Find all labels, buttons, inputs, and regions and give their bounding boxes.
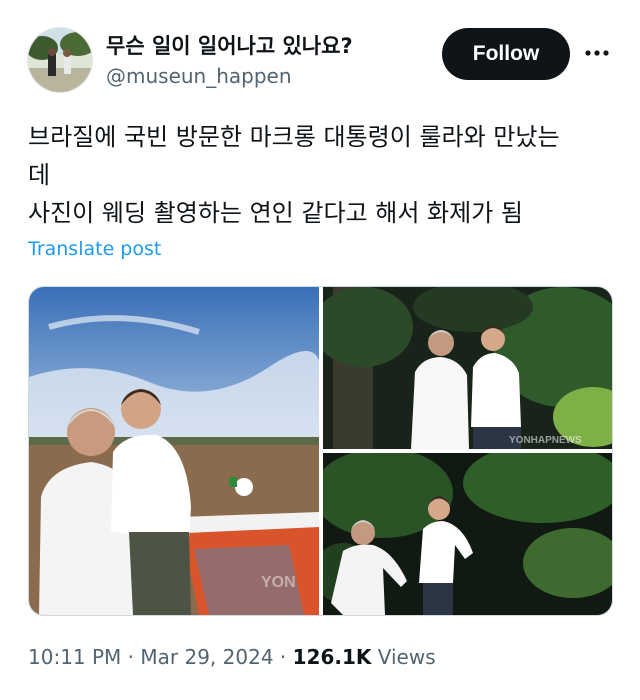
- views-label: Views: [377, 645, 436, 669]
- post-text: 브라질에 국빈 방문한 마크롱 대통령이 룰라와 만났는 데 사진이 웨딩 촬영…: [28, 118, 618, 232]
- translate-post-link[interactable]: Translate post: [28, 238, 161, 260]
- post-date[interactable]: Mar 29, 2024: [140, 645, 273, 669]
- photo-forest-walking[interactable]: [323, 453, 612, 615]
- watermark-text: YONHAPNEWS: [509, 435, 582, 446]
- more-horizontal-icon[interactable]: [584, 40, 610, 66]
- post-text-line: 브라질에 국빈 방문한 마크롱 대통령이 룰라와 만났는: [28, 123, 560, 151]
- author-display-name[interactable]: 무슨 일이 일어나고 있나요?: [106, 30, 353, 60]
- post-text-line: 사진이 웨딩 촬영하는 연인 같다고 해서 화제가 됨: [28, 199, 524, 227]
- photo-boat-river[interactable]: YON: [29, 287, 319, 615]
- meta-separator: ·: [127, 645, 135, 669]
- photo-forest-looking-up[interactable]: YONHAPNEWS: [323, 287, 612, 449]
- views-count[interactable]: 126.1K: [293, 645, 372, 669]
- post-time[interactable]: 10:11 PM: [28, 645, 121, 669]
- follow-button[interactable]: Follow: [442, 28, 570, 80]
- post-meta: 10:11 PM · Mar 29, 2024 · 126.1K Views: [28, 645, 436, 669]
- media-grid: YON YONHAPNEWS: [28, 286, 613, 616]
- post-text-line: 데: [28, 161, 51, 189]
- svg-text:YON: YON: [261, 574, 296, 591]
- author-avatar[interactable]: [27, 27, 93, 93]
- author-handle[interactable]: @museun_happen: [106, 64, 292, 88]
- meta-separator: ·: [279, 645, 287, 669]
